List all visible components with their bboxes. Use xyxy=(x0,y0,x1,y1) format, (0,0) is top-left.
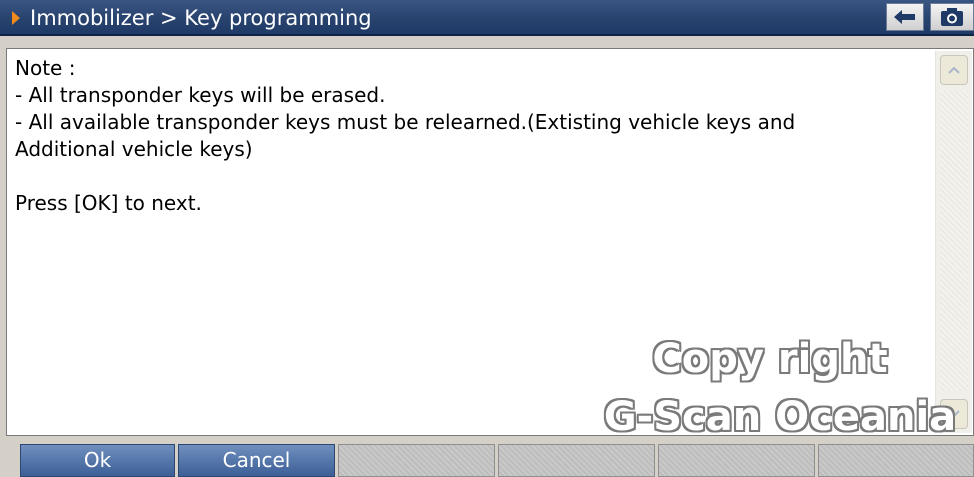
camera-icon xyxy=(941,8,963,26)
empty-function-button xyxy=(818,444,974,477)
empty-function-button xyxy=(658,444,815,477)
message-line: - All transponder keys will be erased. xyxy=(15,83,386,107)
vertical-scrollbar[interactable] xyxy=(935,51,972,433)
message-line: Press [OK] to next. xyxy=(15,191,202,215)
chevron-up-icon xyxy=(948,66,960,74)
watermark-line-1: Copy right xyxy=(652,336,888,382)
back-arrow-icon xyxy=(894,10,915,24)
empty-function-button xyxy=(498,444,655,477)
message-text: Note : - All transponder keys will be er… xyxy=(15,55,925,217)
ok-button[interactable]: Ok xyxy=(20,444,175,477)
scroll-up-button[interactable] xyxy=(940,55,968,85)
function-button-bar: Ok Cancel xyxy=(0,444,974,477)
empty-function-button xyxy=(338,444,495,477)
cancel-button[interactable]: Cancel xyxy=(178,444,335,477)
title-bar: Immobilizer > Key programming xyxy=(0,0,974,36)
title-arrow-icon xyxy=(12,11,20,25)
camera-button[interactable] xyxy=(930,3,974,31)
message-line: - All available transponder keys must be… xyxy=(15,110,796,134)
back-button[interactable] xyxy=(886,3,924,31)
scroll-track[interactable] xyxy=(940,91,968,391)
watermark-line-2: G-Scan Oceania xyxy=(603,394,957,440)
message-line: Additional vehicle keys) xyxy=(15,137,253,161)
page-title: Immobilizer > Key programming xyxy=(30,6,372,30)
message-line: Note : xyxy=(15,56,76,80)
